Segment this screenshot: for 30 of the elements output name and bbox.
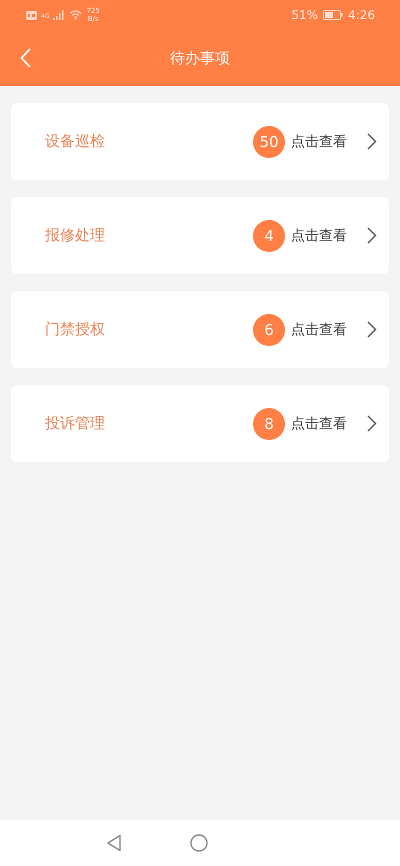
count-badge: 50 — [253, 126, 285, 158]
todo-card[interactable]: 投诉管理 8 点击查看 — [11, 385, 389, 462]
todo-title: 报修处理 — [45, 226, 106, 245]
todo-title: 投诉管理 — [45, 414, 106, 433]
todo-title: 门禁授权 — [45, 320, 106, 339]
clock: 4:26 — [348, 8, 375, 22]
todo-card[interactable]: 设备巡检 50 点击查看 — [11, 103, 389, 180]
battery-percent: 51% — [291, 8, 318, 22]
todo-card[interactable]: 报修处理 4 点击查看 — [11, 197, 389, 274]
todo-title: 设备巡检 — [45, 132, 106, 151]
view-link[interactable]: 点击查看 — [291, 132, 347, 150]
chevron-icon — [367, 133, 377, 150]
view-link[interactable]: 点击查看 — [291, 226, 347, 244]
signal-icon — [53, 10, 66, 20]
battery-icon — [323, 10, 344, 20]
hd-icon — [26, 10, 37, 20]
view-link[interactable]: 点击查看 — [291, 320, 347, 338]
chevron-icon — [367, 415, 377, 432]
wifi-icon — [69, 10, 82, 20]
view-link[interactable]: 点击查看 — [291, 414, 347, 432]
back-icon — [20, 48, 31, 68]
count-badge: 8 — [253, 408, 285, 440]
chevron-icon — [367, 227, 377, 244]
count-badge: 6 — [253, 314, 285, 346]
count-badge: 4 — [253, 220, 285, 252]
todo-card[interactable]: 门禁授权 6 点击查看 — [11, 291, 389, 368]
back-nav-icon[interactable] — [106, 834, 122, 852]
page-title: 待办事项 — [170, 48, 230, 68]
chevron-icon — [367, 321, 377, 338]
home-nav-icon[interactable] — [190, 834, 208, 852]
